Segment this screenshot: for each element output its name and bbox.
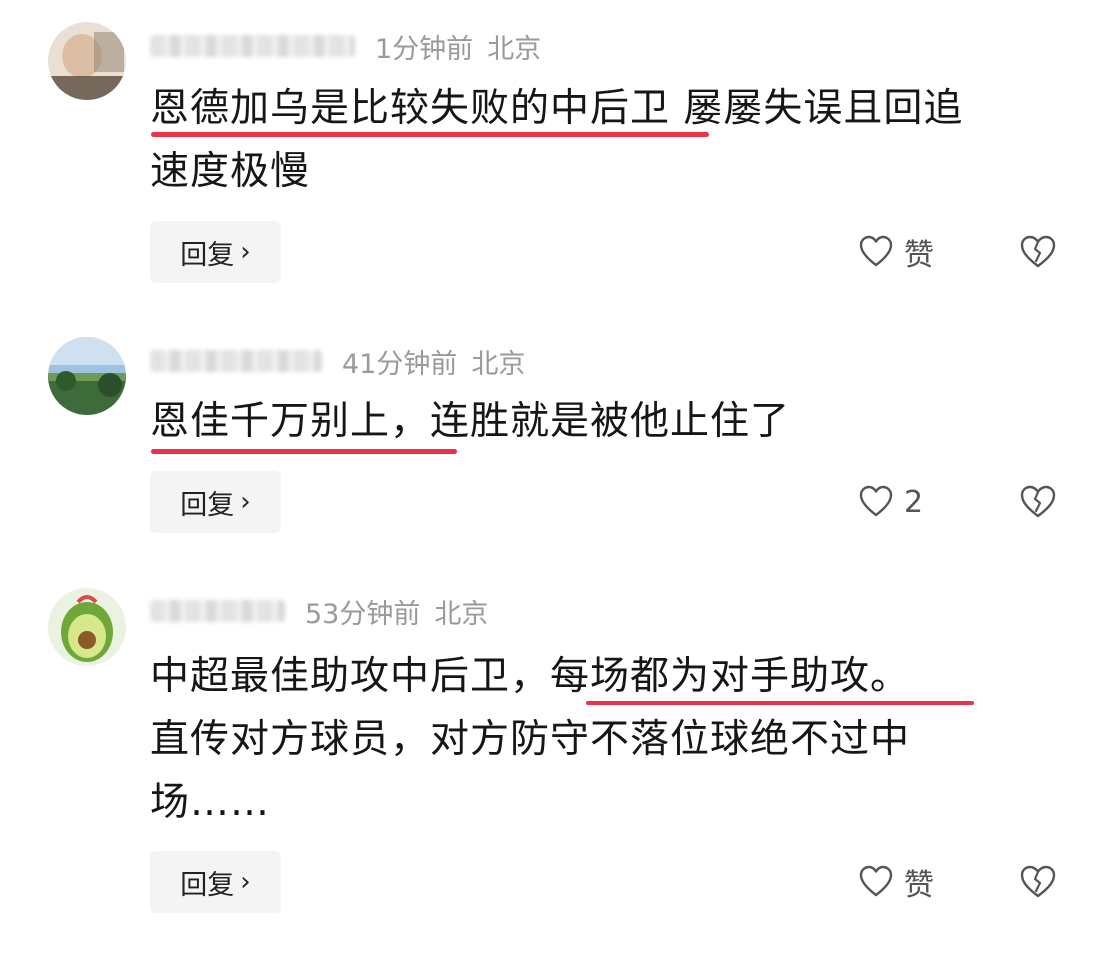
comment-text-line: 恩德加乌是比较失败的中后卫 屡屡失误且回追 — [150, 86, 964, 131]
username-blurred[interactable] — [150, 35, 355, 57]
highlight-underline — [151, 449, 457, 454]
like-count: 赞 — [904, 238, 934, 273]
comment-meta: 1分钟前 北京 — [150, 26, 541, 66]
broken-heart-icon — [1020, 235, 1056, 268]
heart-outline-icon — [859, 235, 893, 267]
dislike-button[interactable] — [1018, 221, 1058, 283]
comment-location: 北京 — [434, 598, 489, 630]
like-button[interactable]: 2 — [858, 471, 923, 533]
avatar[interactable] — [48, 337, 126, 415]
comment-text-line: 直传对方球员，对方防守不落位球绝不过中 — [150, 717, 911, 762]
highlight-underline — [151, 132, 709, 137]
heart-outline-icon — [859, 485, 893, 517]
comment-text-line: 场…… — [150, 780, 271, 825]
comment-text: 恩佳千万别上，连胜就是被他止住了 — [150, 390, 1060, 453]
username-blurred[interactable] — [150, 350, 322, 372]
like-count: 赞 — [904, 868, 934, 903]
reply-button[interactable]: 回复 › — [150, 851, 281, 913]
chevron-right-icon: › — [240, 867, 251, 897]
reply-label: 回复 — [180, 869, 235, 901]
like-button[interactable]: 赞 — [858, 221, 934, 283]
reply-label: 回复 — [180, 489, 235, 521]
like-count: 2 — [904, 484, 924, 520]
comment-time: 1分钟前 — [375, 33, 474, 65]
avatar-image — [48, 22, 126, 100]
like-button[interactable]: 赞 — [858, 851, 934, 913]
comment-text: 恩德加乌是比较失败的中后卫 屡屡失误且回追 速度极慢 — [150, 77, 1060, 203]
avatar[interactable] — [48, 22, 126, 100]
comment-location: 北京 — [487, 33, 542, 65]
dislike-button[interactable] — [1018, 471, 1058, 533]
highlight-underline — [586, 701, 974, 705]
comment-meta: 41分钟前 北京 — [150, 341, 525, 381]
comment-time: 53分钟前 — [305, 598, 421, 630]
dislike-button[interactable] — [1018, 851, 1058, 913]
broken-heart-icon — [1020, 865, 1056, 898]
reply-button[interactable]: 回复 › — [150, 471, 281, 533]
comment-text-line: 恩佳千万别上，连胜就是被他止住了 — [150, 399, 791, 444]
avatar-image — [48, 588, 126, 666]
comment-text-line: 中超最佳助攻中后卫，每场都为对手助攻。 — [150, 654, 911, 699]
username-blurred[interactable] — [150, 600, 285, 622]
comment-time: 41分钟前 — [342, 348, 458, 380]
comment-meta: 53分钟前 北京 — [150, 591, 488, 631]
chevron-right-icon: › — [240, 237, 251, 267]
reply-button[interactable]: 回复 › — [150, 221, 281, 283]
comment-location: 北京 — [471, 348, 526, 380]
comment-text-line: 速度极慢 — [150, 149, 311, 194]
chevron-right-icon: › — [240, 487, 251, 517]
reply-label: 回复 — [180, 239, 235, 271]
avatar[interactable] — [48, 588, 126, 666]
avatar-image — [48, 337, 126, 415]
comment-text: 中超最佳助攻中后卫，每场都为对手助攻。 直传对方球员，对方防守不落位球绝不过中 … — [150, 645, 1060, 834]
heart-outline-icon — [859, 865, 893, 897]
broken-heart-icon — [1020, 485, 1056, 518]
